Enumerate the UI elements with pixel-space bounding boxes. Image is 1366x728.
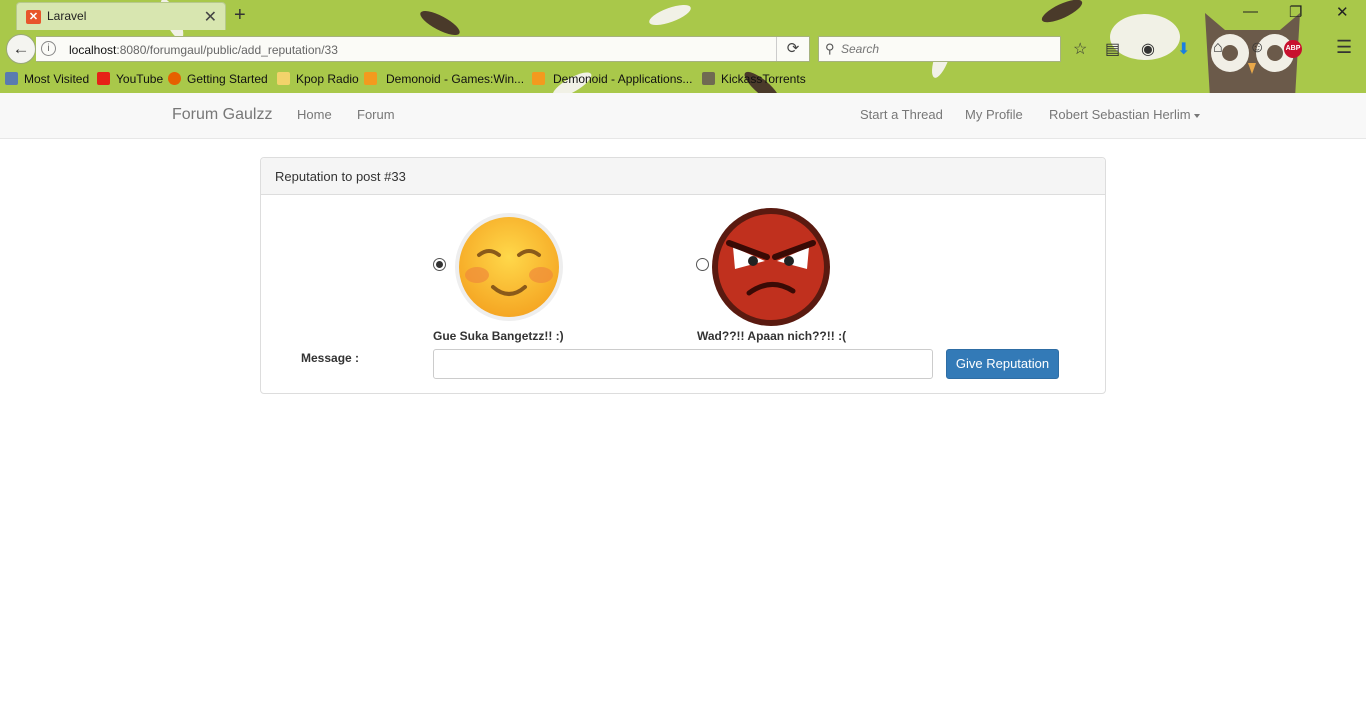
bookmark-label: KickassTorrents xyxy=(721,72,806,86)
give-reputation-button[interactable]: Give Reputation xyxy=(946,349,1059,379)
back-button[interactable]: ← xyxy=(6,34,36,64)
bookmark-kpop-radio[interactable]: Kpop Radio xyxy=(277,72,359,86)
nav-home[interactable]: Home xyxy=(297,107,332,122)
bookmark-label: YouTube xyxy=(116,72,164,86)
rss-icon xyxy=(532,72,545,85)
message-label: Message : xyxy=(301,351,360,365)
site-info-icon[interactable]: i xyxy=(41,41,56,56)
bookmark-demonoid-games[interactable]: Demonoid - Games:Win... xyxy=(364,72,524,86)
bookmark-folder-icon xyxy=(5,72,18,85)
url-bar[interactable]: i localhost:8080/forumgaul/public/add_re… xyxy=(36,36,810,62)
bookmark-kickasstorrents[interactable]: KickassTorrents xyxy=(702,72,806,86)
bookmark-label: Demonoid - Games:Win... xyxy=(386,72,525,86)
bookmarks-bar: Most Visited YouTube Getting Started Kpo… xyxy=(0,70,1366,90)
label-negative: Wad??!! Apaan nich??!! :( xyxy=(697,329,847,343)
menu-icon[interactable]: ☰ xyxy=(1336,37,1352,58)
shield-icon xyxy=(702,72,715,85)
url-path: :8080/forumgaul/public/add_reputation/33 xyxy=(116,43,338,57)
pocket-icon[interactable]: ◉ xyxy=(1141,39,1155,59)
user-menu-dropdown[interactable]: Robert Sebastian Herlim xyxy=(1049,107,1200,122)
bookmark-demonoid-apps[interactable]: Demonoid - Applications... xyxy=(532,72,692,86)
site-navbar: Forum Gaulzz Home Forum Start a Thread M… xyxy=(0,93,1366,139)
bookmark-label: Getting Started xyxy=(187,72,268,86)
tab-title: Laravel xyxy=(47,9,87,23)
rss-icon xyxy=(364,72,377,85)
back-arrow-icon: ← xyxy=(12,39,30,58)
bookmark-star-icon[interactable]: ☆ xyxy=(1073,39,1087,59)
new-tab-button[interactable]: + xyxy=(234,4,246,27)
reload-icon[interactable]: ⟳ xyxy=(776,37,809,61)
url-host: localhost xyxy=(69,43,117,57)
search-box[interactable]: ⚲ xyxy=(818,36,1061,62)
download-icon[interactable]: ⬇ xyxy=(1177,39,1190,59)
smiling-face-icon xyxy=(455,213,563,321)
bookmark-getting-started[interactable]: Getting Started xyxy=(168,72,268,86)
tab-close-icon[interactable]: ✕ xyxy=(204,7,217,27)
site-brand[interactable]: Forum Gaulzz xyxy=(172,106,272,124)
theme-leaf xyxy=(646,0,694,30)
bookmark-label: Kpop Radio xyxy=(296,72,359,86)
user-name: Robert Sebastian Herlim xyxy=(1049,107,1191,122)
minimize-icon[interactable]: — xyxy=(1243,3,1258,20)
close-window-icon[interactable]: ✕ xyxy=(1336,3,1349,21)
bookmark-label: Demonoid - Applications... xyxy=(553,72,693,86)
chat-icon[interactable]: ☺ xyxy=(1249,39,1265,57)
caret-down-icon xyxy=(1193,113,1200,118)
maximize-icon[interactable]: ❐ xyxy=(1289,3,1302,21)
youtube-icon xyxy=(97,72,110,85)
message-input[interactable] xyxy=(433,349,933,379)
laravel-favicon-icon: ✕ xyxy=(26,10,41,24)
panel-heading: Reputation to post #33 xyxy=(261,158,1105,195)
radio-negative[interactable] xyxy=(696,258,709,271)
theme-leaf xyxy=(1039,0,1085,27)
search-icon: ⚲ xyxy=(825,41,835,56)
radio-positive[interactable] xyxy=(433,258,446,271)
bookmark-youtube[interactable]: YouTube xyxy=(97,72,163,86)
firefox-icon xyxy=(168,72,181,85)
browser-chrome: ✕ Laravel ✕ + — ❐ ✕ ← i localhost:8080/f… xyxy=(0,0,1366,93)
navigation-toolbar: ← i localhost:8080/forumgaul/public/add_… xyxy=(0,34,1366,64)
tab-laravel[interactable]: ✕ Laravel ✕ xyxy=(16,2,226,30)
bookmark-label: Most Visited xyxy=(24,72,90,86)
home-icon[interactable]: ⌂ xyxy=(1213,39,1223,57)
label-positive: Gue Suka Bangetzz!! :) xyxy=(433,329,564,343)
search-input[interactable] xyxy=(841,40,1051,58)
nav-start-thread[interactable]: Start a Thread xyxy=(860,107,943,122)
reputation-panel: Reputation to post #33 Gue Suka Bangetzz… xyxy=(260,157,1106,394)
adblock-icon[interactable]: ABP xyxy=(1284,40,1302,58)
url-text: localhost:8080/forumgaul/public/add_repu… xyxy=(69,43,338,57)
bookmark-most-visited[interactable]: Most Visited xyxy=(5,72,89,86)
reading-list-icon[interactable]: ▤ xyxy=(1105,39,1120,59)
angry-face-icon xyxy=(712,208,830,326)
nav-my-profile[interactable]: My Profile xyxy=(965,107,1023,122)
nav-forum[interactable]: Forum xyxy=(357,107,395,122)
folder-icon xyxy=(277,72,290,85)
